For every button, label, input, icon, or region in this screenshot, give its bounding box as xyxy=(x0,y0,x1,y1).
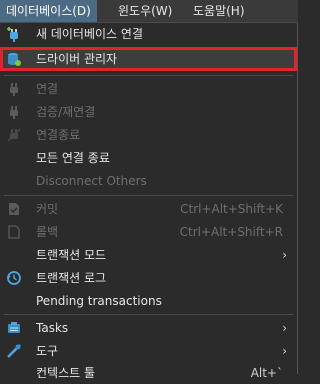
menu-item-commit[interactable]: 커밋 Ctrl+Alt+Shift+K xyxy=(0,198,297,220)
submenu-arrow-icon: › xyxy=(282,248,287,262)
menu-item-driver-manager[interactable]: 드라이버 관리자 xyxy=(0,47,297,71)
menu-item-label: 연결종료 xyxy=(36,128,81,142)
commit-icon xyxy=(9,203,19,215)
menu-item-label: 모든 연결 종료 xyxy=(36,151,110,165)
database-driver-icon xyxy=(8,53,21,66)
transaction-log-icon xyxy=(7,271,21,285)
menu-help[interactable]: 도움말(H) xyxy=(187,0,251,22)
menu-database[interactable]: 데이터베이스(D) xyxy=(0,0,97,22)
menu-separator xyxy=(4,75,293,76)
menu-item-shortcut: Alt+` xyxy=(250,366,283,380)
menu-item-label: 롤백 xyxy=(36,225,59,239)
tasks-icon xyxy=(8,322,20,333)
menu-item-disconnect[interactable]: 연결종료 xyxy=(0,124,297,146)
submenu-arrow-icon: › xyxy=(282,321,287,335)
database-dropdown-menu: 새 데이터베이스 연결 드라이버 관리자 연결 검증/재연결 연결종료 모든 연… xyxy=(0,23,298,380)
menu-item-label: 트랜잭션 로그 xyxy=(36,271,107,285)
menu-window[interactable]: 윈도우(W) xyxy=(112,0,178,22)
menu-bar: 데이터베이스(D) 윈도우(W) 도움말(H) xyxy=(0,0,298,23)
menu-item-shortcut: Ctrl+Alt+Shift+R xyxy=(179,225,283,239)
menu-item-tasks[interactable]: Tasks › xyxy=(0,317,297,339)
menu-item-label: 연결 xyxy=(36,82,59,96)
menu-item-label: 검증/재연결 xyxy=(36,105,96,119)
rollback-icon xyxy=(8,225,20,239)
menu-item-new-connection[interactable]: 새 데이터베이스 연결 xyxy=(0,23,297,45)
menu-item-rollback[interactable]: 롤백 Ctrl+Alt+Shift+R xyxy=(0,221,297,243)
menu-item-connect[interactable]: 연결 xyxy=(0,78,297,100)
menu-item-shortcut: Ctrl+Alt+Shift+K xyxy=(180,202,283,216)
menu-item-disconnect-others[interactable]: Disconnect Others xyxy=(0,170,297,192)
menu-item-label: 새 데이터베이스 연결 xyxy=(36,27,143,41)
disconnect-icon xyxy=(7,128,21,142)
menu-item-label: 트랜잭션 모드 xyxy=(36,248,107,262)
menu-item-label: Disconnect Others xyxy=(36,174,147,188)
menu-item-label: 컨텍스트 툴 xyxy=(36,366,96,380)
reconnect-icon xyxy=(10,106,18,119)
menu-item-transaction-log[interactable]: 트랜잭션 로그 xyxy=(0,267,297,289)
menu-separator xyxy=(4,314,293,315)
menu-item-context-tools[interactable]: 컨텍스트 툴 Alt+` xyxy=(0,362,297,384)
menu-item-label: Pending transactions xyxy=(36,294,162,308)
tools-icon xyxy=(7,344,21,358)
menu-item-transaction-mode[interactable]: 트랜잭션 모드 › xyxy=(0,244,297,266)
menu-separator xyxy=(4,195,293,196)
plug-plus-icon xyxy=(7,27,18,42)
menu-item-label: 드라이버 관리자 xyxy=(36,52,118,66)
menu-item-label: Tasks xyxy=(36,321,69,335)
plug-icon xyxy=(10,83,18,96)
menu-item-label: 도구 xyxy=(36,344,59,358)
menu-item-disconnect-all[interactable]: 모든 연결 종료 xyxy=(0,147,297,169)
menu-item-label: 커밋 xyxy=(36,202,59,216)
menu-item-validate-reconnect[interactable]: 검증/재연결 xyxy=(0,101,297,123)
menu-item-tools[interactable]: 도구 › xyxy=(0,340,297,362)
submenu-arrow-icon: › xyxy=(282,344,287,358)
menu-item-pending-transactions[interactable]: Pending transactions xyxy=(0,290,297,312)
